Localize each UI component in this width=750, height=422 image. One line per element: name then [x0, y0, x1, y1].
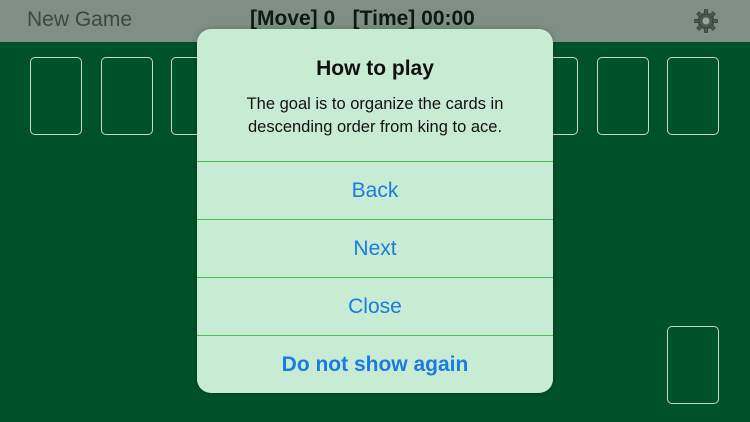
dialog-title: How to play [316, 57, 434, 80]
do-not-show-again-button[interactable]: Do not show again [197, 335, 553, 392]
card-slot[interactable] [597, 57, 649, 135]
how-to-play-dialog: How to play The goal is to organize the … [197, 29, 553, 393]
card-slot[interactable] [667, 57, 719, 135]
new-game-button[interactable]: New Game [27, 8, 132, 32]
dialog-message-line: descending order from king to ace. [247, 118, 503, 136]
dialog-message: The goal is to organize the cards in des… [217, 93, 533, 139]
card-slot[interactable] [667, 326, 719, 404]
card-slot[interactable] [30, 57, 82, 135]
back-button[interactable]: Back [197, 161, 553, 218]
gear-icon[interactable] [693, 8, 719, 34]
next-button[interactable]: Next [197, 219, 553, 276]
dialog-message-line: The goal is to organize the cards in [246, 95, 504, 113]
close-button[interactable]: Close [197, 277, 553, 334]
card-slot[interactable] [101, 57, 153, 135]
move-time-status: [Move] 0 [Time] 00:00 [250, 7, 475, 30]
